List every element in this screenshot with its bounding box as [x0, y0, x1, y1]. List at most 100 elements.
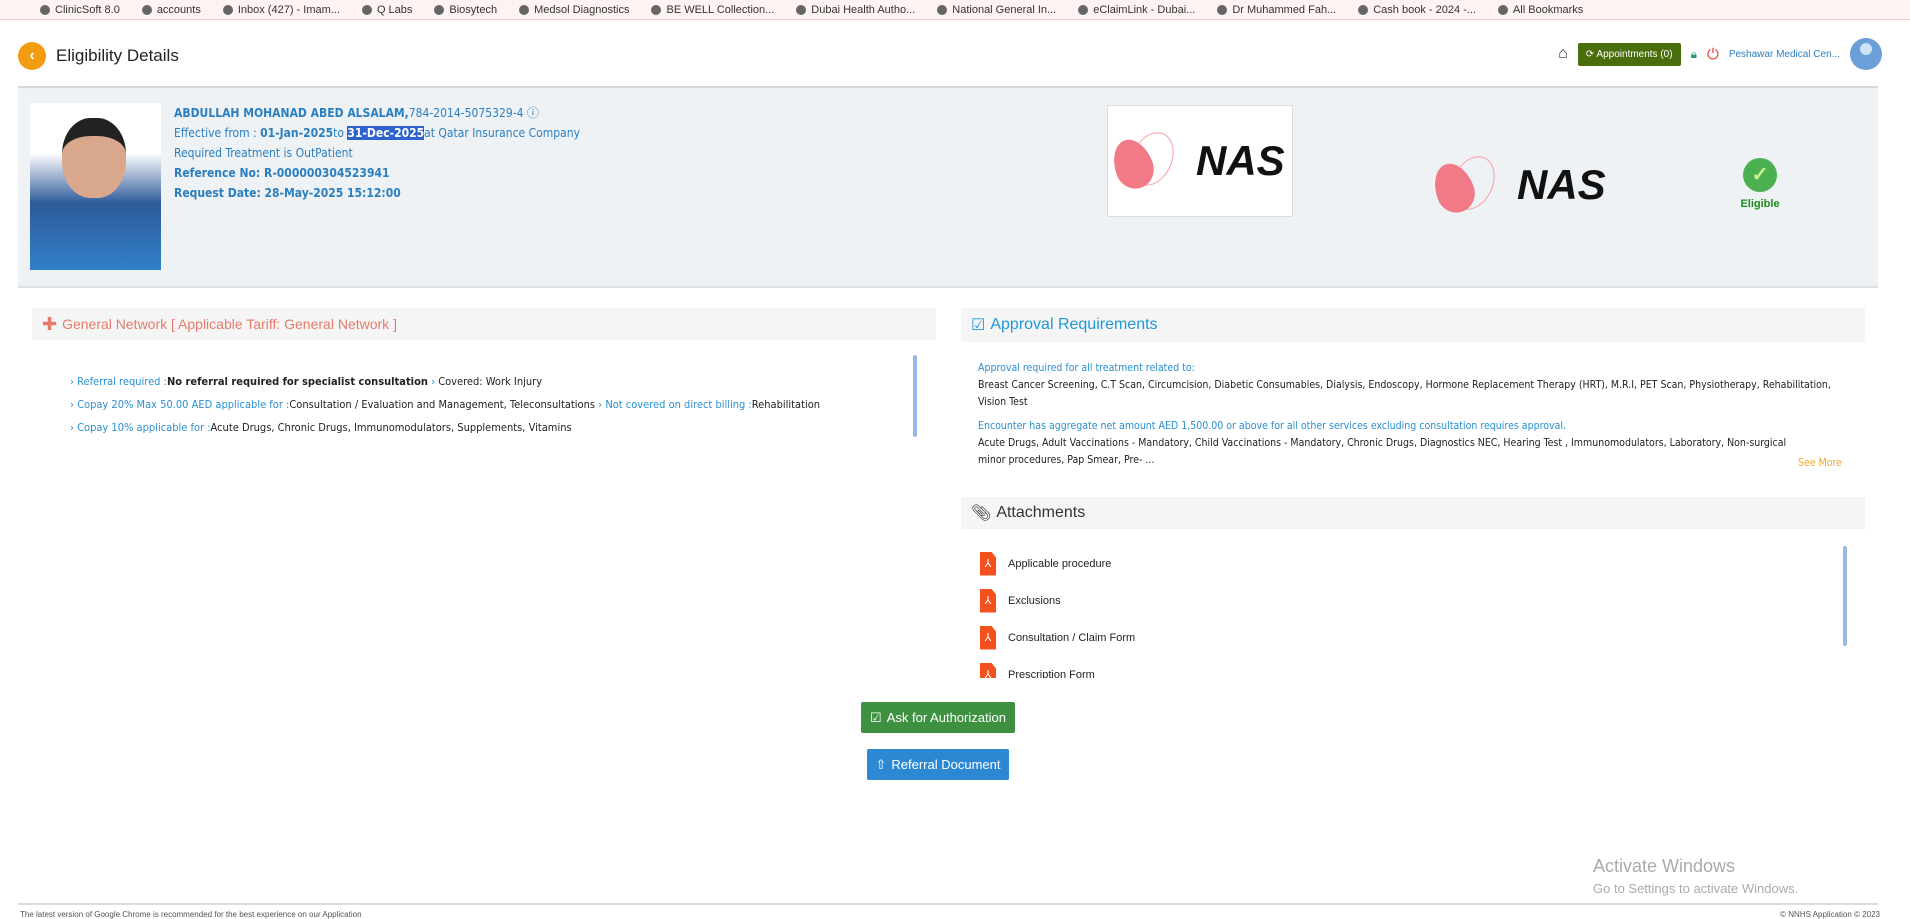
- network-scrollbar[interactable]: [913, 355, 917, 437]
- attachment-item[interactable]: ⅄ Applicable procedure: [980, 545, 1580, 582]
- bookmark-item[interactable]: Dubai Health Autho...: [796, 4, 915, 16]
- bookmark-icon: [40, 4, 50, 15]
- power-icon[interactable]: ⏻: [1707, 46, 1719, 63]
- network-title: General Network [ Applicable Tariff: Gen…: [62, 316, 397, 332]
- insurer-logo: NAS: [1106, 105, 1293, 217]
- pdf-icon: ⅄: [980, 625, 996, 650]
- network-value: Rehabilitation: [751, 398, 821, 411]
- approval-heading-2: Encounter has aggregate net amount AED 1…: [978, 420, 1567, 432]
- bookmark-item[interactable]: Dr Muhammed Fah...: [1217, 4, 1336, 16]
- network-key: Copay 20% Max 50.00 AED applicable for :: [77, 398, 290, 411]
- user-avatar[interactable]: [1850, 38, 1882, 70]
- bookmark-item[interactable]: Biosytech: [434, 4, 497, 16]
- bookmark-icon: [141, 4, 152, 15]
- bookmark-label: Dr Muhammed Fah...: [1232, 3, 1337, 16]
- insurer: at Qatar Insurance Company: [424, 126, 580, 140]
- bookmark-label: accounts: [156, 3, 201, 16]
- attachment-label: Applicable procedure: [1008, 557, 1112, 570]
- bookmark-label: eClaimLink - Dubai...: [1093, 3, 1196, 16]
- approval-heading-1: Approval required for all treatment rela…: [978, 362, 1195, 374]
- network-details: › Referral required :No referral require…: [70, 370, 820, 439]
- effective-from: 01-Jan-2025: [260, 126, 334, 140]
- approval-text-1: Breast Cancer Screening, C.T Scan, Circu…: [978, 379, 1831, 408]
- activate-windows-hint: Go to Settings to activate Windows.: [1593, 881, 1799, 896]
- attachment-item[interactable]: ⅄ Prescription Form: [980, 656, 1580, 678]
- bookmark-label: Biosytech: [449, 3, 498, 16]
- bookmark-item[interactable]: Cash book - 2024 -...: [1358, 4, 1476, 16]
- bookmark-label: Inbox (427) - Imam...: [237, 3, 340, 16]
- bookmark-icon: [1078, 4, 1089, 15]
- facility-name[interactable]: Peshawar Medical Cen...: [1729, 49, 1840, 60]
- bookmark-icon: [1217, 4, 1228, 15]
- lock-icon[interactable]: 🔒︎: [1691, 47, 1697, 62]
- network-key: Not covered on direct billing :: [605, 398, 752, 411]
- reference-no: Reference No: R-000000304523941: [174, 166, 390, 180]
- referral-document-button[interactable]: ⇧ Referral Document: [867, 749, 1009, 780]
- back-button[interactable]: ‹: [18, 42, 46, 70]
- bookmark-label: National General In...: [952, 3, 1057, 16]
- patient-photo: [30, 103, 161, 270]
- bookmark-item[interactable]: Inbox (427) - Imam...: [222, 3, 340, 16]
- approval-panel: ☑ Approval Requirements: [961, 308, 1865, 342]
- ask-label: Ask for Authorization: [886, 710, 1006, 725]
- medical-cross-icon: ✚: [42, 313, 58, 334]
- bookmarks-bar: ClinicSoft 8.0 accounts Inbox (427) - Imam…: [0, 0, 1910, 20]
- bookmark-item[interactable]: Q Labs: [361, 4, 412, 16]
- eligibility-status: ✓ Eligible: [1735, 158, 1785, 210]
- attachments-list: ⅄ Applicable procedure ⅄ Exclusions ⅄ Consult…: [980, 545, 1580, 678]
- bookmark-label: ClinicSoft 8.0: [55, 3, 120, 16]
- patient-id: 784-2014-5075329-4: [408, 106, 524, 120]
- bookmark-label: Cash book - 2024 -...: [1373, 3, 1476, 16]
- bookmark-icon: [519, 4, 530, 15]
- attachment-item[interactable]: ⅄ Exclusions: [980, 582, 1580, 619]
- bookmark-icon: [1358, 4, 1369, 15]
- appointments-label: Appointments (0): [1596, 48, 1673, 60]
- effective-label: Effective from :: [174, 126, 261, 140]
- checkbox-icon: ☑: [971, 317, 986, 334]
- patient-name: ABDULLAH MOHANAD ABED ALSALAM,: [174, 106, 409, 120]
- bookmark-label: BE WELL Collection...: [666, 3, 775, 16]
- approval-details: Approval required for all treatment rela…: [978, 360, 1848, 469]
- referral-label: Referral Document: [891, 757, 1001, 772]
- bookmark-item[interactable]: Medsol Diagnostics: [519, 4, 629, 16]
- bookmark-item[interactable]: accounts: [141, 3, 201, 16]
- network-value: Acute Drugs, Chronic Drugs, Immunomodula…: [210, 421, 572, 434]
- network-key: Copay 10% applicable for :: [77, 421, 211, 434]
- info-icon[interactable]: ⓘ: [527, 106, 539, 120]
- attachment-label: Prescription Form: [1008, 668, 1095, 679]
- bookmark-item[interactable]: ClinicSoft 8.0: [40, 4, 120, 16]
- network-key: Referral required :: [77, 375, 167, 388]
- header-actions: ⌂ ⟳ Appointments (0) 🔒︎ ⏻ Peshawar Medic…: [1558, 38, 1882, 70]
- bookmark-icon: [937, 4, 948, 15]
- attachment-label: Exclusions: [1008, 594, 1061, 607]
- status-label: Eligible: [1740, 198, 1780, 210]
- activate-windows-title: Activate Windows: [1593, 856, 1736, 876]
- ask-authorization-button[interactable]: ☑ Ask for Authorization: [861, 702, 1015, 733]
- request-date: Request Date: 28-May-2025 15:12:00: [174, 186, 401, 200]
- appointments-button[interactable]: ⟳ Appointments (0): [1577, 42, 1681, 66]
- see-more-link[interactable]: See More: [1798, 455, 1842, 472]
- bookmark-icon: [361, 4, 372, 15]
- bookmark-item[interactable]: National General In...: [937, 4, 1056, 16]
- footer-copyright: © NNHS Application © 2023: [1780, 910, 1880, 919]
- attachments-scrollbar[interactable]: [1843, 546, 1847, 646]
- logo-text: NAS: [1196, 137, 1285, 184]
- approval-title: Approval Requirements: [990, 316, 1158, 333]
- network-value: Covered: Work Injury: [438, 375, 543, 388]
- network-line: › Referral required :No referral require…: [70, 370, 820, 393]
- bookmark-item[interactable]: eClaimLink - Dubai...: [1078, 4, 1195, 16]
- attachments-title: Attachments: [996, 504, 1086, 521]
- home-icon[interactable]: ⌂: [1558, 45, 1568, 63]
- bookmark-icon: [796, 4, 807, 15]
- bookmark-item[interactable]: BE WELL Collection...: [651, 4, 774, 16]
- page-title: Eligibility Details: [56, 46, 179, 65]
- bookmark-icon: [434, 4, 445, 15]
- attachments-panel: 📎︎ Attachments: [961, 497, 1865, 529]
- bookmark-item[interactable]: All Bookmarks: [1497, 4, 1583, 16]
- attachment-item[interactable]: ⅄ Consultation / Claim Form: [980, 619, 1580, 656]
- page-header: ‹ Eligibility Details: [18, 42, 179, 70]
- pdf-icon: ⅄: [980, 588, 996, 613]
- paperclip-icon: 📎︎: [971, 505, 992, 522]
- upload-icon: ⇧: [875, 756, 887, 772]
- bookmark-icon: [651, 4, 662, 15]
